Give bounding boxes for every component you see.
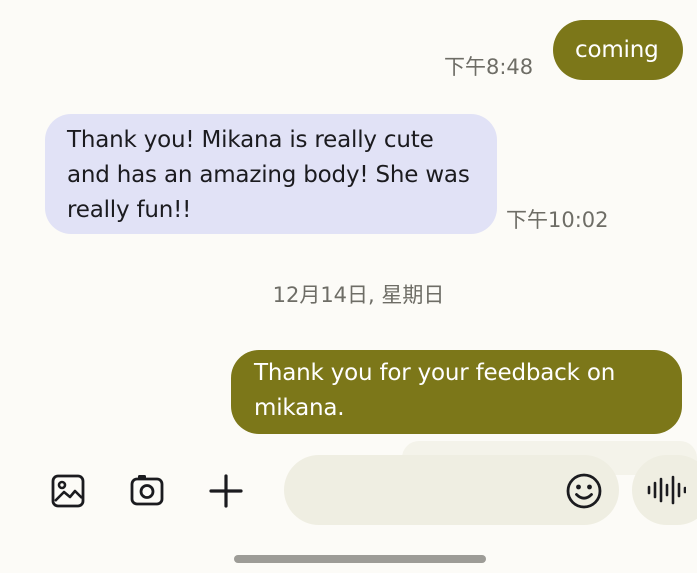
camera-button[interactable] — [125, 469, 169, 513]
message-text: Thank you! Mikana is really cute and has… — [67, 127, 470, 223]
emoji-button[interactable] — [562, 469, 606, 513]
message-timestamp: 下午10:02 — [506, 208, 609, 232]
voice-record-button[interactable] — [632, 455, 697, 525]
camera-icon — [130, 475, 164, 506]
gallery-button[interactable] — [46, 469, 90, 513]
voice-waveform-icon — [647, 475, 686, 505]
message-text: coming — [575, 37, 659, 63]
date-separator: 12月14日, 星期日 — [272, 283, 445, 307]
message-timestamp: 下午8:48 — [444, 55, 534, 79]
gallery-icon — [51, 474, 85, 508]
message-text: Thank you for your feedback on mikana. — [254, 360, 616, 421]
received-message-bubble[interactable]: Thank you! Mikana is really cute and has… — [45, 114, 497, 234]
plus-icon — [209, 474, 243, 508]
sent-message-bubble[interactable]: Thank you for your feedback on mikana. — [231, 350, 682, 434]
add-attachment-button[interactable] — [204, 469, 248, 513]
emoji-icon — [566, 473, 602, 509]
home-gesture-bar[interactable] — [234, 555, 486, 563]
sent-message-bubble[interactable]: coming — [553, 20, 683, 80]
